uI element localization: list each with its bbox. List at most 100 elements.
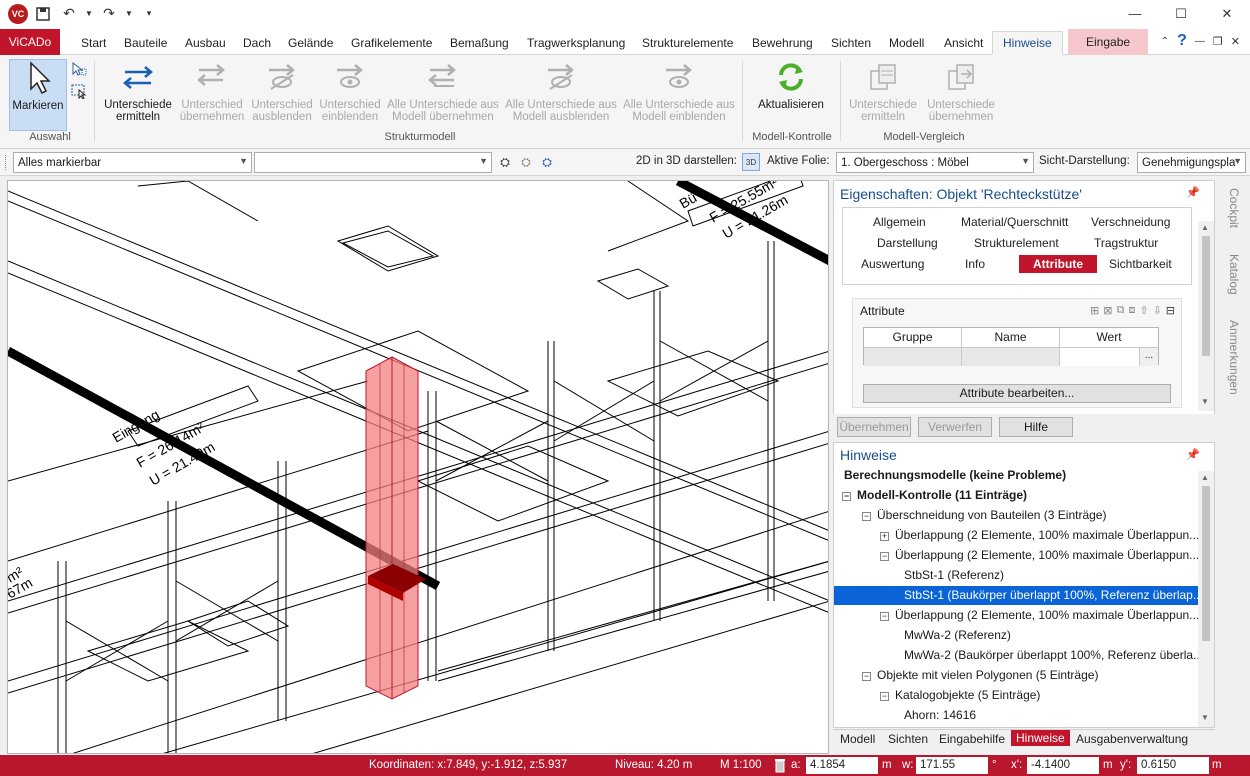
redo-icon[interactable]: ↷ xyxy=(98,4,120,24)
minimize-doc-icon[interactable]: — xyxy=(1195,36,1205,47)
tab-hinweise[interactable]: Hinweise xyxy=(992,31,1063,55)
tree-item[interactable]: + Überlappung (2 Elemente, 100% maximale … xyxy=(880,526,1199,545)
tree-item[interactable]: − Überlappung (2 Elemente, 100% maximale … xyxy=(880,546,1199,565)
vergleich-uebernehmen-button[interactable]: Unterschiede übernehmen xyxy=(922,59,1000,131)
folie-select[interactable]: 1. Obergeschoss : Möbel ▼ xyxy=(836,152,1034,173)
minimize-icon[interactable]: — xyxy=(1112,0,1158,27)
y-input[interactable]: 0.6150 xyxy=(1137,757,1209,774)
tree-item[interactable]: − Überschneidung von Bauteilen (3 Einträg… xyxy=(862,506,1106,525)
tab-dach[interactable]: Dach xyxy=(243,31,271,55)
highlighted-column[interactable] xyxy=(365,356,426,700)
select-cursor-small-icon[interactable] xyxy=(70,61,88,80)
ptab-allgemein[interactable]: Allgemein xyxy=(873,215,926,229)
app-menu-button[interactable]: ViCADo xyxy=(0,29,60,55)
tab-grafikelemente[interactable]: Grafikelemente xyxy=(351,31,432,55)
collapse-ribbon-icon[interactable]: ⌃ xyxy=(1161,36,1169,47)
tree-item[interactable]: − Überlappung (2 Elemente, 100% maximale … xyxy=(880,606,1199,625)
alle-unterschiede-einblenden-button[interactable]: Alle Unterschiede aus Modell einblenden xyxy=(620,59,738,131)
app-logo-icon[interactable]: VC xyxy=(8,3,28,24)
tab-ansicht[interactable]: Ansicht xyxy=(944,31,983,55)
binoculars-icon[interactable]: ⛭ xyxy=(496,153,514,171)
alle-unterschiede-ausblenden-button[interactable]: Alle Unterschiede aus Modell ausblenden xyxy=(502,59,620,131)
w-input[interactable]: 171.55 xyxy=(916,757,988,774)
unterschied-ausblenden-button[interactable]: Unterschied ausblenden xyxy=(248,59,316,131)
trash-icon[interactable] xyxy=(774,757,786,776)
tree-item[interactable]: − Katalogobjekte (5 Einträge) xyxy=(880,686,1040,705)
tab-tragwerksplanung[interactable]: Tragwerksplanung xyxy=(527,31,625,55)
unterschied-einblenden-button[interactable]: Unterschied einblenden xyxy=(316,59,384,131)
tab-gelaende[interactable]: Gelände xyxy=(288,31,333,55)
tab-modell-panel[interactable]: Modell xyxy=(840,732,875,746)
ellipsis-button[interactable]: ... xyxy=(1140,347,1158,366)
verwerfen-button[interactable]: Verwerfen xyxy=(918,417,992,437)
side-tab-anmerkungen[interactable]: Anmerkungen xyxy=(1227,320,1241,395)
x-input[interactable]: -4.1400 xyxy=(1027,757,1099,774)
tab-ausgabenverwaltung-panel[interactable]: Ausgabenverwaltung xyxy=(1076,732,1188,746)
dropdown-arrow-icon[interactable]: ▼ xyxy=(84,4,94,24)
tab-bemassung[interactable]: Bemaßung xyxy=(450,31,509,55)
tree-item[interactable]: StbSt-1 (Referenz) xyxy=(904,566,1004,585)
vergleich-ermitteln-button[interactable]: Unterschiede ermitteln xyxy=(846,59,920,131)
maximize-icon[interactable]: ☐ xyxy=(1158,0,1204,27)
ptab-attribute[interactable]: Attribute xyxy=(1019,255,1097,273)
binoculars-filter-icon[interactable]: ⛭ xyxy=(517,153,535,171)
scroll-down-icon[interactable]: ▼ xyxy=(1201,397,1209,406)
ptab-material[interactable]: Material/Querschnitt xyxy=(961,215,1068,229)
tree-item[interactable]: Ahorn: 14616 xyxy=(904,706,976,725)
tab-sichten-panel[interactable]: Sichten xyxy=(888,732,928,746)
tab-eingabe[interactable]: Eingabe xyxy=(1068,29,1149,55)
3d-toggle-icon[interactable]: 3D xyxy=(742,153,760,171)
move-down-icon[interactable]: ⇩ xyxy=(1153,304,1162,317)
markieren-button[interactable]: Markieren xyxy=(9,59,67,131)
customize-icon[interactable]: ▾ xyxy=(138,4,160,24)
delete-row-icon[interactable]: ⊠ xyxy=(1103,304,1112,317)
scroll-up-icon[interactable]: ▲ xyxy=(1201,473,1209,482)
tab-hinweise-panel[interactable]: Hinweise xyxy=(1011,730,1070,746)
pin-icon[interactable]: 📌 xyxy=(1186,186,1200,199)
tab-bewehrung[interactable]: Bewehrung xyxy=(752,31,813,55)
unterschiede-ermitteln-button[interactable]: Unterschiede ermitteln xyxy=(100,59,176,131)
binoculars-highlight-icon[interactable]: ⛭ xyxy=(538,153,556,171)
scroll-thumb[interactable] xyxy=(1202,236,1210,356)
scroll-down-icon[interactable]: ▼ xyxy=(1201,713,1209,722)
tree-item[interactable]: − Objekte mit vielen Polygonen (5 Einträg… xyxy=(862,666,1098,685)
restore-doc-icon[interactable]: ❐ xyxy=(1213,35,1223,48)
tab-sichten[interactable]: Sichten xyxy=(831,31,871,55)
sicht-select[interactable]: Genehmigungspla ▼ xyxy=(1137,152,1246,173)
help-icon[interactable]: ? xyxy=(1177,32,1187,50)
close-doc-icon[interactable]: ✕ xyxy=(1231,35,1240,48)
hilfe-button[interactable]: Hilfe xyxy=(999,417,1073,437)
ptab-info[interactable]: Info xyxy=(965,257,985,271)
tree-item[interactable]: Berechnungsmodelle (keine Probleme) xyxy=(844,466,1066,485)
paste-row-icon[interactable]: ⧈ xyxy=(1128,304,1135,317)
tab-strukturelemente[interactable]: Strukturelemente xyxy=(642,31,733,55)
select-box-icon[interactable] xyxy=(70,83,88,102)
hinweise-scrollbar[interactable]: ▲ ▼ xyxy=(1198,471,1214,727)
tree-item[interactable]: MwWa-2 (Referenz) xyxy=(904,626,1011,645)
pin-icon[interactable]: 📌 xyxy=(1186,448,1200,461)
tree-item[interactable]: − Modell-Kontrolle (11 Einträge) xyxy=(842,486,1027,505)
tree-item-selected[interactable]: StbSt-1 (Baukörper überlappt 100%, Refer… xyxy=(834,586,1203,605)
close-icon[interactable]: ✕ xyxy=(1204,0,1250,27)
properties-scrollbar[interactable]: ▲ ▼ xyxy=(1198,221,1214,411)
aktualisieren-button[interactable]: Aktualisieren xyxy=(750,59,832,131)
alle-unterschiede-uebernehmen-button[interactable]: Alle Unterschiede aus Modell übernehmen xyxy=(384,59,502,131)
tree-item[interactable]: MwWa-2 (Baukörper überlappt 100%, Refere… xyxy=(904,646,1203,665)
side-tab-katalog[interactable]: Katalog xyxy=(1227,254,1241,295)
uebernehmen-button[interactable]: Übernehmen xyxy=(837,417,911,437)
side-tab-cockpit[interactable]: Cockpit xyxy=(1227,188,1241,228)
ptab-sichtbarkeit[interactable]: Sichtbarkeit xyxy=(1109,257,1172,271)
collapse-icon[interactable]: ⊟ xyxy=(1166,304,1175,317)
add-row-icon[interactable]: ⊞ xyxy=(1090,304,1099,317)
unterschied-uebernehmen-button[interactable]: Unterschied übernehmen xyxy=(176,59,248,131)
ptab-verschneidung[interactable]: Verschneidung xyxy=(1091,215,1170,229)
dropdown-arrow-icon[interactable]: ▼ xyxy=(124,4,134,24)
cad-viewport[interactable]: Eingang F = 26.14m² U = 21.49m Bü F = 25… xyxy=(7,180,829,754)
attribute-bearbeiten-button[interactable]: Attribute bearbeiten... xyxy=(863,384,1171,403)
a-input[interactable]: 4.1854 xyxy=(806,757,878,774)
ptab-tragstruktur[interactable]: Tragstruktur xyxy=(1094,236,1158,250)
ptab-auswertung[interactable]: Auswertung xyxy=(861,257,924,271)
secondary-select[interactable]: ▼ xyxy=(254,152,492,173)
scroll-up-icon[interactable]: ▲ xyxy=(1201,223,1209,232)
tab-modell[interactable]: Modell xyxy=(889,31,924,55)
